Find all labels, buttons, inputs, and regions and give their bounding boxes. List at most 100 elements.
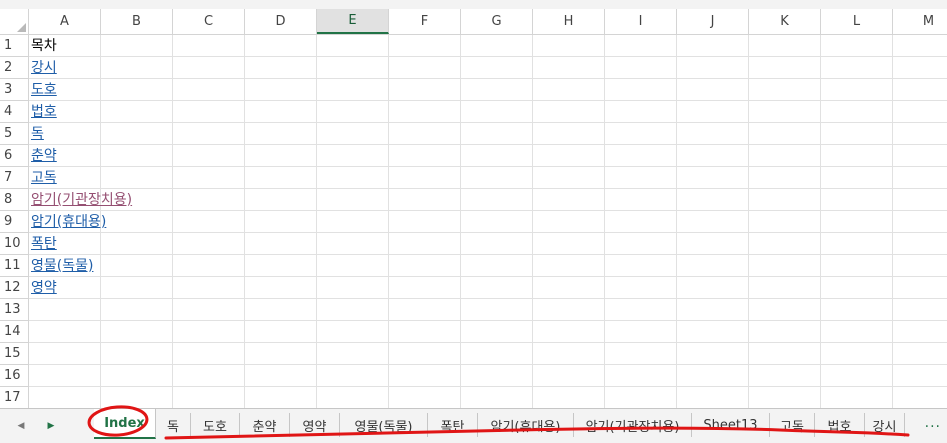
cell[interactable] xyxy=(29,365,101,387)
cell[interactable] xyxy=(29,321,101,343)
cell[interactable] xyxy=(101,167,173,189)
cell[interactable] xyxy=(29,343,101,365)
cell[interactable] xyxy=(317,233,389,255)
cell[interactable] xyxy=(677,145,749,167)
cell[interactable] xyxy=(893,255,947,277)
cell[interactable] xyxy=(893,145,947,167)
cell[interactable] xyxy=(389,57,461,79)
cell[interactable] xyxy=(101,123,173,145)
cell[interactable] xyxy=(749,255,821,277)
row-header[interactable]: 15 xyxy=(0,343,29,365)
cell[interactable] xyxy=(29,299,101,321)
cell[interactable] xyxy=(101,343,173,365)
row-header[interactable]: 16 xyxy=(0,365,29,387)
hyperlink-cell[interactable]: 폭탄 xyxy=(31,233,57,255)
hyperlink-cell[interactable]: 고독 xyxy=(31,167,57,189)
cell[interactable] xyxy=(605,123,677,145)
cell[interactable] xyxy=(893,233,947,255)
cell[interactable] xyxy=(173,189,245,211)
row-header[interactable]: 4 xyxy=(0,101,29,123)
cell[interactable] xyxy=(101,255,173,277)
cell[interactable] xyxy=(677,299,749,321)
cell[interactable] xyxy=(245,123,317,145)
cell[interactable] xyxy=(173,101,245,123)
cell[interactable] xyxy=(605,189,677,211)
cell[interactable] xyxy=(533,57,605,79)
hyperlink-cell[interactable]: 독 xyxy=(31,123,44,145)
sheet-tab[interactable]: 고독 xyxy=(770,413,815,437)
row-header[interactable]: 13 xyxy=(0,299,29,321)
cell[interactable] xyxy=(101,145,173,167)
cell[interactable] xyxy=(533,255,605,277)
cell[interactable] xyxy=(101,299,173,321)
cell[interactable] xyxy=(749,387,821,408)
cell[interactable] xyxy=(317,57,389,79)
cell[interactable] xyxy=(245,189,317,211)
column-header-g[interactable]: G xyxy=(461,9,533,34)
cell[interactable] xyxy=(317,365,389,387)
cell[interactable] xyxy=(461,123,533,145)
hyperlink-cell[interactable]: 암기(기관장치용) xyxy=(31,189,132,211)
cell[interactable] xyxy=(749,299,821,321)
cell[interactable] xyxy=(821,321,893,343)
cell[interactable] xyxy=(893,277,947,299)
cell[interactable] xyxy=(317,387,389,408)
cell[interactable] xyxy=(245,101,317,123)
sheet-tab[interactable]: 영물(독물) xyxy=(340,413,428,437)
cell[interactable] xyxy=(677,79,749,101)
cell[interactable] xyxy=(533,365,605,387)
cell[interactable] xyxy=(461,167,533,189)
cell[interactable] xyxy=(317,35,389,57)
cell[interactable] xyxy=(749,79,821,101)
cell[interactable] xyxy=(173,57,245,79)
cell[interactable] xyxy=(101,211,173,233)
cell[interactable] xyxy=(821,101,893,123)
cell[interactable] xyxy=(677,35,749,57)
cell[interactable] xyxy=(389,277,461,299)
column-header-j[interactable]: J xyxy=(677,9,749,34)
cell[interactable] xyxy=(245,365,317,387)
sheet-tab[interactable]: Index xyxy=(94,409,156,439)
cell[interactable] xyxy=(533,233,605,255)
cell[interactable] xyxy=(749,321,821,343)
cell[interactable] xyxy=(173,123,245,145)
cell[interactable] xyxy=(533,211,605,233)
cell[interactable] xyxy=(605,365,677,387)
cell[interactable] xyxy=(605,277,677,299)
cell[interactable] xyxy=(677,365,749,387)
cell[interactable] xyxy=(173,233,245,255)
cell[interactable] xyxy=(749,101,821,123)
cell[interactable] xyxy=(173,365,245,387)
sheet-tab[interactable]: 폭탄 xyxy=(428,413,478,437)
cell[interactable] xyxy=(821,167,893,189)
cell[interactable] xyxy=(821,277,893,299)
cell[interactable] xyxy=(461,299,533,321)
cell[interactable] xyxy=(389,321,461,343)
sheet-tab[interactable]: 춘약 xyxy=(240,413,290,437)
column-header-l[interactable]: L xyxy=(821,9,893,34)
cell[interactable] xyxy=(245,145,317,167)
cell[interactable] xyxy=(173,299,245,321)
cell[interactable] xyxy=(749,343,821,365)
sheet-tab[interactable]: 독 xyxy=(156,413,191,437)
cell[interactable] xyxy=(677,255,749,277)
cell[interactable] xyxy=(461,35,533,57)
cell[interactable] xyxy=(605,387,677,408)
cell[interactable] xyxy=(749,365,821,387)
cell[interactable] xyxy=(461,79,533,101)
column-header-m[interactable]: M xyxy=(893,9,947,34)
cell[interactable] xyxy=(29,387,101,408)
cell[interactable] xyxy=(821,299,893,321)
column-header-h[interactable]: H xyxy=(533,9,605,34)
cell[interactable] xyxy=(461,189,533,211)
cell[interactable] xyxy=(101,57,173,79)
cell[interactable] xyxy=(245,233,317,255)
cell[interactable] xyxy=(173,387,245,408)
cell[interactable] xyxy=(173,255,245,277)
cell[interactable] xyxy=(893,299,947,321)
cell[interactable] xyxy=(893,321,947,343)
more-tabs-button[interactable]: ... xyxy=(925,415,941,431)
cell[interactable] xyxy=(389,189,461,211)
cell[interactable] xyxy=(749,233,821,255)
cell[interactable] xyxy=(533,277,605,299)
